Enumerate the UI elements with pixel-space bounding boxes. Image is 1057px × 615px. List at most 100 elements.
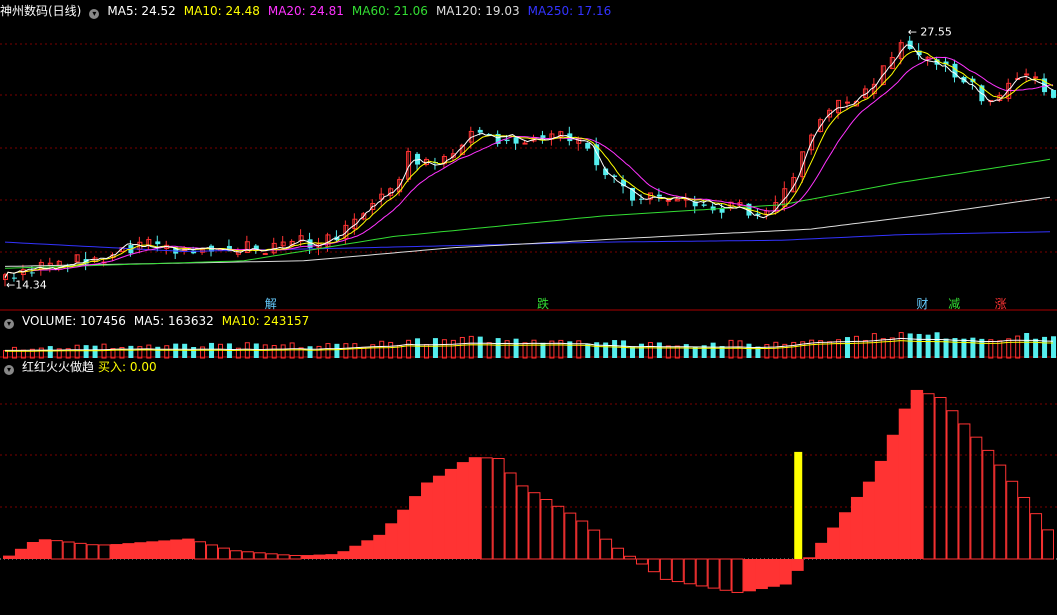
trend-bar-rising: [803, 557, 816, 559]
volume-bar: [191, 347, 197, 358]
candle-body: [844, 101, 850, 104]
volume-bar: [92, 345, 98, 358]
volume-bar: [1024, 333, 1030, 358]
trend-bar-falling: [50, 540, 63, 560]
volume-ma5-line: [5, 337, 1054, 351]
buy-signal-bar: [794, 451, 803, 559]
volume-bar: [128, 345, 134, 358]
volume-bar: [432, 338, 438, 358]
trend-bar-rising: [839, 512, 852, 559]
trend-bar-falling: [946, 410, 959, 560]
volume-bar: [379, 340, 385, 359]
volume-bar: [818, 340, 824, 359]
volume-bar: [710, 342, 716, 358]
volume-bar: [406, 339, 412, 359]
trend-bar-rising: [886, 434, 900, 559]
trend-bar-rising: [325, 554, 338, 559]
trend-bar-rising: [409, 496, 422, 559]
trend-bar-falling: [982, 449, 995, 560]
signal-marker: 财: [916, 297, 928, 311]
ma250-line: [4, 231, 1051, 253]
trend-bar-falling: [504, 472, 517, 560]
high-price-label: ← 27.55: [908, 26, 952, 39]
trend-bar-falling: [1006, 480, 1019, 560]
candle-body: [585, 142, 591, 149]
candle-body: [155, 241, 161, 245]
trend-bar-rising: [110, 544, 123, 559]
trend-bar-falling: [588, 529, 601, 560]
trend-bar-falling: [241, 551, 254, 560]
trend-bar-rising: [3, 555, 16, 559]
candle-body: [665, 199, 671, 202]
trend-bar-falling: [277, 554, 290, 560]
trend-bar-rising: [444, 468, 458, 559]
volume-bar: [1033, 338, 1039, 358]
volume-bar: [1015, 335, 1021, 359]
trend-bar-falling: [492, 458, 505, 560]
trend-bar-falling: [731, 558, 744, 593]
volume-bar: [746, 343, 752, 358]
trend-bar-rising: [432, 475, 446, 559]
volume-bar: [638, 343, 644, 358]
candle-body: [262, 253, 268, 256]
volume-bar: [352, 343, 358, 359]
volume-bar: [325, 343, 331, 359]
volume-ma10-line: [5, 340, 1054, 352]
volume-bar: [468, 335, 474, 359]
trend-bar-falling: [62, 541, 75, 560]
trend-bar-falling: [635, 558, 648, 565]
volume-bar: [280, 344, 286, 359]
volume-bar: [934, 332, 940, 358]
stock-chart[interactable]: ← 27.55 ←14.34 解 跌 财 减 涨: [0, 0, 1057, 615]
volume-bar: [612, 340, 618, 358]
volume-bar: [1051, 336, 1057, 358]
volume-bar: [647, 342, 653, 359]
trend-bar-falling: [564, 512, 577, 560]
trend-bar-rising: [373, 534, 386, 559]
volume-bar: [415, 338, 421, 358]
trend-bar-falling: [516, 485, 529, 560]
volume-bar: [871, 333, 877, 359]
candle-body: [477, 129, 483, 133]
trend-bar-rising: [158, 540, 171, 559]
candle-body: [594, 144, 600, 166]
trend-bar-rising: [170, 539, 183, 559]
candle-body: [638, 198, 644, 200]
volume-bar: [441, 339, 447, 359]
volume-bar: [898, 332, 904, 359]
trend-bar-rising: [385, 523, 398, 559]
candle-body: [710, 206, 716, 211]
volume-bar: [262, 344, 268, 359]
trend-bar-rising: [874, 460, 888, 559]
volume-bar: [773, 341, 779, 359]
candle-body: [522, 142, 528, 145]
ma120-line: [4, 196, 1051, 267]
volume-bar: [155, 346, 161, 358]
trend-bar-falling: [695, 558, 708, 587]
trend-bar-falling: [719, 558, 732, 591]
trend-bar-rising: [791, 559, 804, 571]
trend-bar-falling: [98, 544, 111, 560]
volume-bar: [450, 339, 456, 359]
volume-bar: [217, 343, 223, 359]
candle-body: [504, 139, 510, 142]
volume-bar: [836, 339, 842, 359]
volume-bar: [361, 346, 367, 359]
volume-bar: [137, 346, 143, 359]
signal-marker: 跌: [537, 296, 549, 311]
trend-bar-rising: [456, 462, 470, 559]
trend-bar-falling: [647, 558, 660, 573]
low-price-label: ←14.34: [6, 278, 47, 291]
trend-bar-falling: [229, 550, 242, 560]
trend-bar-rising: [910, 389, 924, 559]
volume-bar: [916, 333, 922, 358]
trend-bar-falling: [552, 505, 565, 560]
volume-bar: [316, 345, 322, 359]
volume-bar: [388, 341, 394, 359]
candle-body: [701, 204, 707, 206]
trend-bar-rising: [755, 559, 768, 590]
volume-bar: [621, 340, 627, 358]
trend-bar-falling: [480, 457, 493, 560]
signal-marker: 解: [265, 297, 277, 311]
trend-bar-rising: [767, 559, 780, 587]
